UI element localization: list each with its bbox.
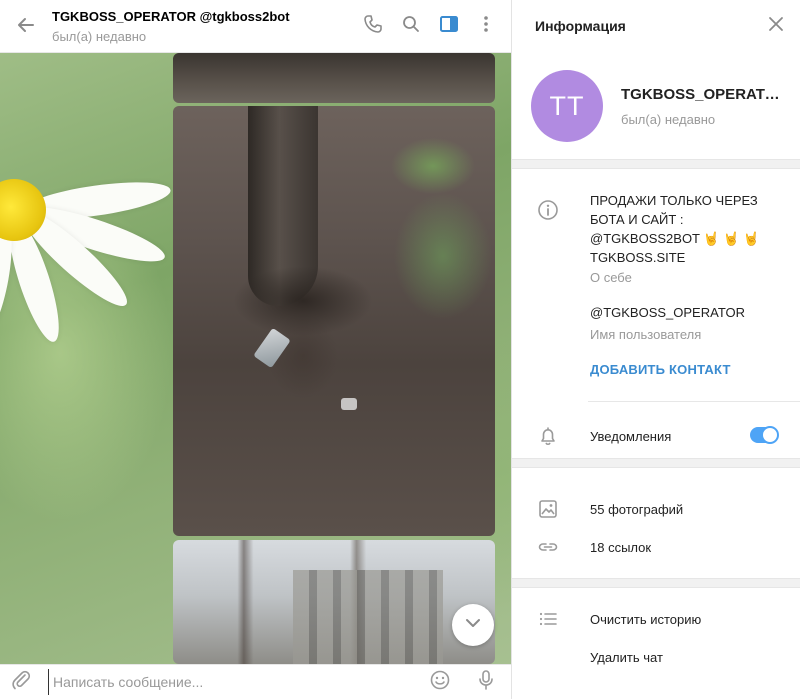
attach-button[interactable] (8, 669, 34, 695)
emoji-icon (429, 669, 451, 696)
photo-icon (536, 497, 560, 521)
close-info-button[interactable] (764, 14, 788, 38)
chat-photo[interactable] (173, 106, 495, 536)
photo-building (293, 570, 443, 664)
bio-line: @TGKBOSS2BOT 🤘 🤘 🤘 (590, 231, 760, 246)
toggle-knob (761, 426, 779, 444)
close-icon (767, 15, 785, 38)
separator-line (588, 401, 800, 402)
chat-pane: TGKBOSS_OPERATOR @tgkboss2bot был(а) нед… (0, 0, 511, 699)
search-button[interactable] (397, 12, 425, 40)
message-input[interactable] (48, 669, 408, 695)
username-label: Имя пользователя (590, 327, 702, 342)
photo-tree-roots (233, 266, 373, 336)
delete-chat-label: Удалить чат (590, 650, 663, 665)
chat-photo[interactable] (173, 540, 495, 664)
call-button[interactable] (359, 12, 387, 40)
list-icon (536, 607, 560, 631)
bio-line: TGKBOSS.SITE (590, 250, 686, 265)
voice-button[interactable] (473, 669, 499, 695)
notifications-toggle[interactable] (750, 426, 779, 444)
profile-bio: ПРОДАЖИ ТОЛЬКО ЧЕРЕЗ БОТА И САЙТ : @TGKB… (590, 191, 790, 267)
shared-photos-count: 55 фотографий (590, 502, 684, 517)
microphone-icon (475, 669, 497, 696)
more-button[interactable] (472, 12, 500, 40)
section-divider (512, 458, 800, 468)
chat-status: был(а) недавно (52, 29, 147, 44)
search-icon (401, 14, 421, 39)
chat-title[interactable]: TGKBOSS_OPERATOR @tgkboss2bot (52, 9, 290, 24)
bio-line: ПРОДАЖИ ТОЛЬКО ЧЕРЕЗ (590, 193, 758, 208)
phone-icon (363, 14, 383, 39)
add-contact-button[interactable]: ДОБАВИТЬ КОНТАКТ (590, 362, 731, 377)
chat-photo[interactable] (173, 53, 495, 103)
avatar[interactable]: TT (531, 70, 603, 142)
chat-header: TGKBOSS_OPERATOR @tgkboss2bot был(а) нед… (0, 0, 511, 53)
info-panel-title: Информация (535, 18, 626, 34)
sidebar-toggle-icon (439, 14, 459, 39)
emoji-button[interactable] (427, 669, 453, 695)
bio-label: О себе (590, 270, 632, 285)
notifications-label: Уведомления (590, 429, 672, 444)
chevron-down-icon (463, 613, 483, 638)
section-divider (512, 578, 800, 588)
profile-username[interactable]: @TGKBOSS_OPERATOR (590, 305, 745, 320)
scroll-down-button[interactable] (452, 604, 494, 646)
link-icon (536, 535, 560, 559)
sidebar-toggle-button[interactable] (435, 12, 463, 40)
bio-line: БОТА И САЙТ : (590, 212, 684, 227)
clear-history-label: Очистить историю (590, 612, 702, 627)
profile-name: TGKBOSS_OPERATOR (621, 86, 786, 103)
profile-status: был(а) недавно (621, 112, 716, 127)
back-button[interactable] (12, 13, 40, 41)
bell-icon (536, 424, 560, 448)
shared-links-count: 18 ссылок (590, 540, 652, 555)
section-divider (512, 159, 800, 169)
more-vertical-icon (476, 14, 496, 39)
info-icon (536, 198, 560, 222)
info-panel: Информация TT TGKBOSS_OPERATOR был(а) не… (511, 0, 800, 699)
photo-litter (341, 398, 357, 410)
message-composer (0, 664, 511, 699)
arrow-left-icon (16, 15, 36, 40)
paperclip-icon (10, 669, 32, 696)
